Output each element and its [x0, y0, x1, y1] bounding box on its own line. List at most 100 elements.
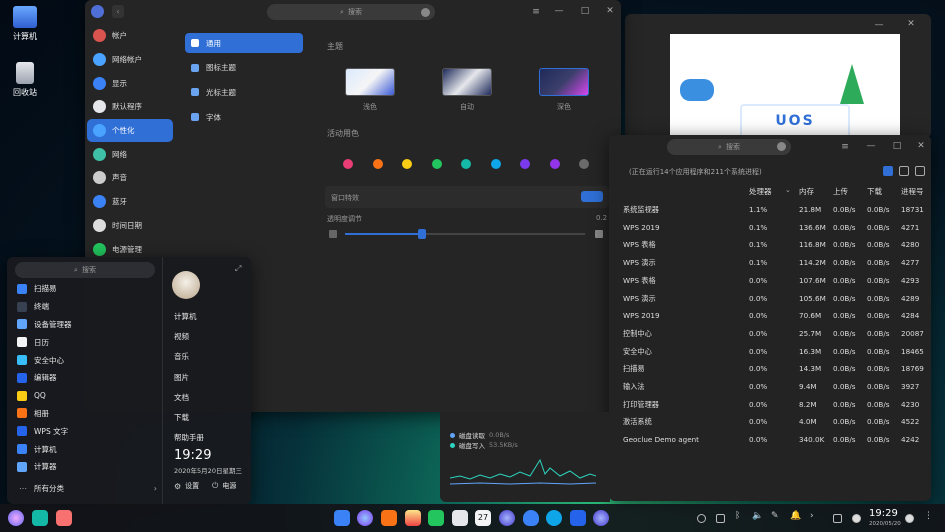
voice-icon[interactable] [777, 142, 786, 151]
accent-color-swatch[interactable] [461, 159, 471, 169]
voice-icon[interactable] [421, 8, 430, 17]
subnav-item[interactable]: 字体 [185, 107, 303, 127]
theme-tray-icon[interactable] [852, 514, 861, 523]
control-center-icon[interactable] [499, 510, 515, 526]
minimize-icon[interactable]: — [551, 6, 567, 16]
theme-dark-thumb[interactable] [539, 68, 589, 96]
settings-nav-item[interactable]: 网络 [87, 142, 173, 166]
transparency-slider-knob[interactable] [417, 229, 426, 239]
settings-search-input[interactable]: ⌕ 搜索 [267, 4, 435, 20]
notification-tray-icon[interactable]: 🔔 [790, 511, 801, 521]
subnav-item[interactable]: 通用 [185, 33, 303, 53]
accent-color-swatch[interactable] [579, 159, 589, 169]
table-row[interactable]: 安全中心 0.0% 16.3M 0.0B/s 0.0B/s 18465 [609, 343, 931, 361]
column-header[interactable]: 内存 [799, 186, 814, 197]
settings-nav-item[interactable]: 显示 [87, 71, 173, 95]
menu-icon[interactable]: ≡ [528, 7, 544, 17]
show-desktop-icon[interactable] [56, 510, 72, 526]
launcher-search-input[interactable]: ⌕ 搜索 [15, 262, 155, 278]
table-row[interactable]: 扫描易 0.0% 14.3M 0.0B/s 0.0B/s 18769 [609, 360, 931, 378]
theme-auto-thumb[interactable] [442, 68, 492, 96]
settings-nav-item[interactable]: 默认程序 [87, 95, 173, 119]
close-icon[interactable]: ✕ [602, 6, 618, 16]
music-icon[interactable] [428, 510, 444, 526]
column-header[interactable]: 进程号 [901, 186, 924, 197]
subnav-item[interactable]: 图标主题 [185, 58, 303, 78]
table-row[interactable]: 系统监视器 1.1% 21.8M 0.0B/s 0.0B/s 18731 [609, 201, 931, 219]
launcher-place-link[interactable]: 文档 [174, 392, 189, 403]
calendar-icon[interactable]: 27 [475, 510, 491, 526]
album-icon[interactable] [405, 510, 421, 526]
settings-nav-item[interactable]: 声音 [87, 166, 173, 190]
accent-color-swatch[interactable] [372, 159, 383, 169]
launcher-app-item[interactable]: 设备管理器 [17, 316, 72, 334]
network-tray-icon[interactable] [697, 514, 706, 523]
launcher-app-item[interactable]: WPS 文字 [17, 422, 68, 440]
settings-nav-item[interactable]: 网络帐户 [87, 48, 173, 72]
table-row[interactable]: WPS 表格 0.1% 116.8M 0.0B/s 0.0B/s 4280 [609, 236, 931, 254]
launcher-place-link[interactable]: 视频 [174, 331, 189, 342]
launcher-app-item[interactable]: QQ [17, 387, 46, 405]
editor-icon[interactable] [570, 510, 586, 526]
keyboard-tray-icon[interactable] [716, 514, 725, 523]
minimize-icon[interactable]: — [863, 141, 879, 151]
accent-color-swatch[interactable] [343, 159, 353, 169]
table-row[interactable]: WPS 2019 0.0% 70.6M 0.0B/s 0.0B/s 4284 [609, 307, 931, 325]
bluetooth-tray-icon[interactable]: ᛒ [735, 511, 744, 521]
column-header[interactable]: 上传 [833, 186, 848, 197]
taskbar-clock[interactable]: 19:29 [869, 508, 898, 519]
launcher-app-item[interactable]: 终端 [17, 298, 49, 316]
all-categories-button[interactable]: ⋯ 所有分类 › [13, 479, 161, 497]
launcher-place-link[interactable]: 下载 [174, 412, 189, 423]
table-row[interactable]: WPS 表格 0.0% 107.6M 0.0B/s 0.0B/s 4293 [609, 272, 931, 290]
launcher-place-link[interactable]: 图片 [174, 372, 189, 383]
multitask-icon[interactable] [32, 510, 48, 526]
file-manager-icon[interactable] [334, 510, 350, 526]
settings-nav-item[interactable]: 帐户 [87, 24, 173, 48]
maximize-icon[interactable]: □ [889, 141, 905, 151]
table-row[interactable]: 打印管理器 0.0% 8.2M 0.0B/s 0.0B/s 4230 [609, 396, 931, 414]
table-row[interactable]: WPS 演示 0.1% 114.2M 0.0B/s 0.0B/s 4277 [609, 254, 931, 272]
expand-icon[interactable]: ⤢ [235, 264, 241, 274]
table-row[interactable]: 控制中心 0.0% 25.7M 0.0B/s 0.0B/s 20087 [609, 325, 931, 343]
sort-chevron-down-icon[interactable]: ⌄ [785, 186, 791, 194]
table-row[interactable]: 输入法 0.0% 9.4M 0.0B/s 0.0B/s 3927 [609, 378, 931, 396]
accent-color-swatch[interactable] [549, 159, 560, 169]
security-center-icon[interactable] [523, 510, 539, 526]
settings-button[interactable]: ⚙ 设置 [174, 481, 199, 491]
table-row[interactable]: 激活系统 0.0% 4.0M 0.0B/s 0.0B/s 4522 [609, 413, 931, 431]
menu-icon[interactable]: ≡ [837, 142, 853, 152]
column-header[interactable]: 处理器 [749, 186, 772, 197]
volume-tray-icon[interactable]: 🔈 [752, 511, 763, 521]
accent-color-swatch[interactable] [431, 159, 442, 169]
screen-tray-icon[interactable] [833, 514, 842, 523]
launcher-app-item[interactable]: 安全中心 [17, 351, 64, 369]
launcher-app-item[interactable]: 相册 [17, 405, 49, 423]
power-button[interactable]: ⏻ 电源 [212, 481, 236, 491]
desktop-icon-computer[interactable]: 计算机 [0, 6, 50, 42]
launcher-app-item[interactable]: 计算机 [17, 440, 57, 458]
minimize-icon[interactable]: — [871, 20, 887, 30]
launcher-app-item[interactable]: 日历 [17, 333, 49, 351]
launcher-app-item[interactable]: 扫描易 [17, 280, 57, 298]
power-tray-icon[interactable] [905, 514, 914, 523]
subnav-item[interactable]: 光标主题 [185, 82, 303, 102]
launcher-place-link[interactable]: 计算机 [174, 311, 197, 322]
tree-view-icon[interactable] [915, 166, 925, 176]
accent-color-swatch[interactable] [520, 159, 530, 169]
chevron-right-icon[interactable]: › [810, 511, 819, 521]
maximize-icon[interactable]: □ [577, 6, 593, 16]
accent-color-swatch[interactable] [490, 159, 501, 169]
avatar[interactable] [172, 271, 200, 299]
app-store-icon[interactable] [381, 510, 397, 526]
table-row[interactable]: Geoclue Demo agent 0.0% 340.0K 0.0B/s 0.0B/s… [609, 431, 931, 449]
launcher-app-item[interactable]: 计算器 [17, 458, 57, 476]
close-icon[interactable]: ✕ [913, 141, 929, 151]
table-row[interactable]: WPS 2019 0.1% 136.6M 0.0B/s 0.0B/s 4271 [609, 219, 931, 237]
user-view-icon[interactable] [899, 166, 909, 176]
browser-icon[interactable] [357, 510, 373, 526]
settings-nav-item[interactable]: 蓝牙 [87, 190, 173, 214]
launcher-app-item[interactable]: 编辑器 [17, 369, 57, 387]
monitor-search-input[interactable]: ⌕ 搜索 [667, 139, 791, 155]
more-tray-icon[interactable]: ⋮ [924, 511, 933, 521]
